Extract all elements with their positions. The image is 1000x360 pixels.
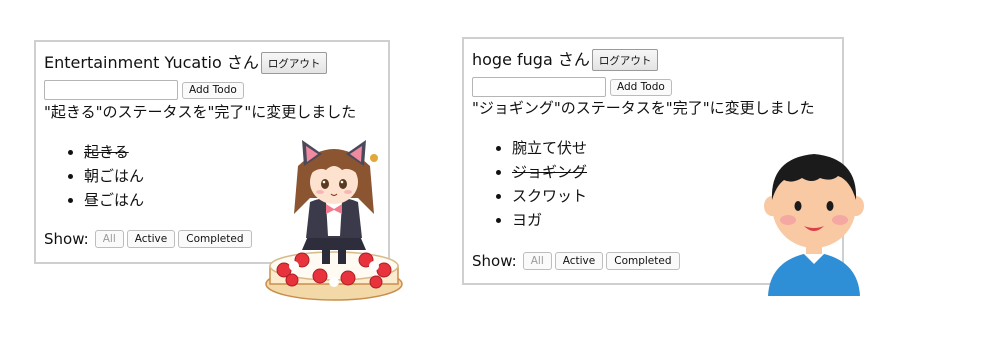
filter-active-button[interactable]: Active xyxy=(554,252,604,270)
status-message: "ジョギング"のステータスを"完了"に変更しました xyxy=(472,99,815,117)
add-todo-form: Add Todo xyxy=(472,77,672,97)
smiling-boy-illustration xyxy=(764,154,864,296)
filter-bar: Show: All Active Completed xyxy=(44,230,252,248)
logout-button[interactable]: ログアウト xyxy=(591,49,659,71)
todo-input[interactable] xyxy=(472,77,606,97)
todo-item[interactable]: 起きる xyxy=(84,140,144,164)
filter-completed-button[interactable]: Completed xyxy=(606,252,680,270)
add-todo-form: Add Todo xyxy=(44,80,244,100)
filter-all-button[interactable]: All xyxy=(522,252,552,270)
filter-bar: Show: All Active Completed xyxy=(472,252,680,270)
logout-button[interactable]: ログアウト xyxy=(260,52,328,74)
cat-girl-on-cake-illustration xyxy=(265,140,403,301)
add-todo-button[interactable]: Add Todo xyxy=(182,81,244,99)
show-label: Show: xyxy=(44,230,89,248)
todo-item[interactable]: スクワット xyxy=(512,184,587,208)
filter-completed-button[interactable]: Completed xyxy=(178,230,252,248)
user-greeting: hoge fuga さん xyxy=(472,50,590,69)
todo-list: 腕立て伏せ ジョギング スクワット ヨガ xyxy=(472,136,587,232)
user-header: Entertainment Yucatio さん ログアウト xyxy=(44,52,328,74)
todo-item[interactable]: 腕立て伏せ xyxy=(512,136,587,160)
todo-input[interactable] xyxy=(44,80,178,100)
status-message: "起きる"のステータスを"完了"に変更しました xyxy=(44,103,357,121)
todo-list: 起きる 朝ごはん 昼ごはん xyxy=(44,140,144,212)
filter-active-button[interactable]: Active xyxy=(126,230,176,248)
todo-item[interactable]: ヨガ xyxy=(512,208,587,232)
user-greeting: Entertainment Yucatio さん xyxy=(44,53,259,72)
todo-item[interactable]: ジョギング xyxy=(512,160,587,184)
todo-item[interactable]: 朝ごはん xyxy=(84,164,144,188)
show-label: Show: xyxy=(472,252,517,270)
todo-item[interactable]: 昼ごはん xyxy=(84,188,144,212)
filter-all-button[interactable]: All xyxy=(94,230,124,248)
user-header: hoge fuga さん ログアウト xyxy=(472,49,659,71)
add-todo-button[interactable]: Add Todo xyxy=(610,78,672,96)
